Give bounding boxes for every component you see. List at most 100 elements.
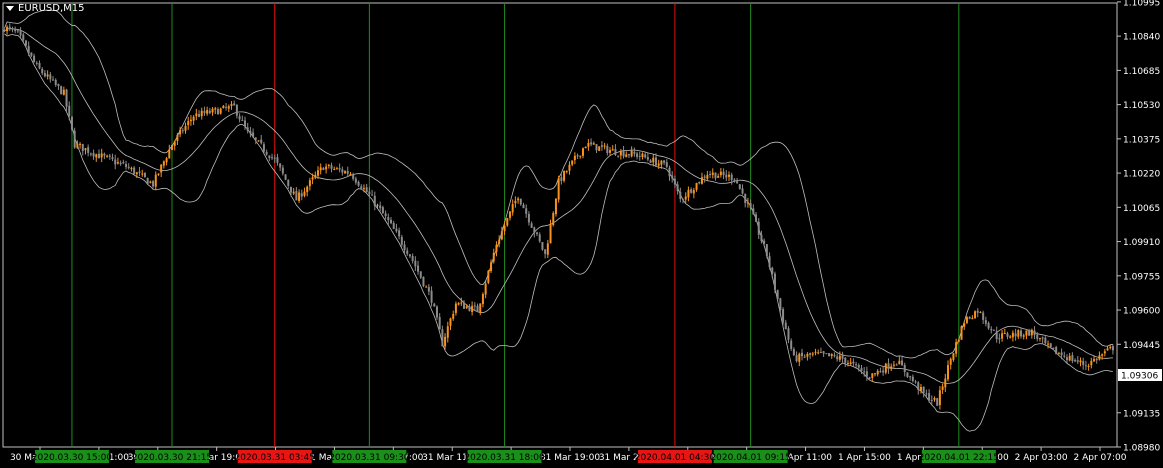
- candle-body: [765, 244, 768, 256]
- candle-body: [673, 178, 676, 185]
- candle-body: [987, 322, 990, 329]
- candle-body: [568, 164, 571, 171]
- candle-body: [609, 150, 612, 153]
- candle-body: [752, 208, 755, 215]
- candle-body: [922, 386, 925, 393]
- candle-body: [425, 286, 428, 288]
- candle-body: [519, 198, 522, 205]
- candle-body: [203, 110, 206, 114]
- candle-body: [819, 351, 822, 353]
- candle-body: [571, 160, 574, 165]
- candle-body: [1090, 360, 1093, 366]
- price-chart[interactable]: 1.10995 1.10840 1.10685 1.10530 1.10375 1.102…: [0, 0, 1163, 468]
- candle-body: [165, 158, 168, 163]
- candle-body: [592, 143, 595, 145]
- candle-body: [243, 120, 246, 127]
- candle-body: [384, 213, 387, 217]
- candle-body: [622, 150, 625, 157]
- candle-body: [146, 177, 149, 184]
- candle-body: [560, 177, 563, 182]
- candle-body: [422, 276, 425, 287]
- candle-body: [271, 157, 274, 159]
- candle-body: [179, 130, 182, 135]
- candle-body: [246, 127, 249, 131]
- candle-body: [1025, 330, 1028, 336]
- candle-body: [990, 329, 993, 331]
- candle-body: [43, 73, 46, 77]
- candle-body: [273, 157, 276, 159]
- candle-body: [676, 184, 679, 192]
- candle-body: [241, 119, 244, 121]
- candle-body: [417, 265, 420, 272]
- candle-body: [295, 190, 298, 201]
- candle-body: [903, 364, 906, 373]
- candle-body: [49, 74, 52, 80]
- candle-body: [11, 28, 14, 30]
- candle-body: [392, 223, 395, 229]
- candle-body: [795, 355, 798, 362]
- candle-body: [357, 181, 360, 186]
- candle-body: [354, 178, 357, 183]
- candle-body: [619, 150, 622, 156]
- candle-body: [135, 172, 138, 175]
- candle-body: [984, 320, 987, 324]
- candle-body: [498, 239, 501, 244]
- candle-body: [268, 155, 271, 158]
- candle-body: [860, 368, 863, 371]
- candle-body: [419, 271, 422, 278]
- candle-body: [614, 148, 617, 155]
- candle-body: [595, 144, 598, 151]
- candle-body: [722, 171, 725, 176]
- candle-body: [279, 163, 282, 168]
- candle-body: [1098, 355, 1101, 360]
- candle-body: [763, 240, 766, 244]
- chart-window[interactable]: 1.10995 1.10840 1.10685 1.10530 1.10375 1.102…: [0, 0, 1163, 468]
- candle-body: [30, 52, 33, 56]
- candle-body: [479, 303, 482, 313]
- candle-body: [262, 144, 265, 152]
- candle-body: [468, 306, 471, 311]
- candle-body: [744, 193, 747, 204]
- candle-body: [414, 260, 417, 267]
- candle-body: [476, 305, 479, 312]
- candle-body: [844, 357, 847, 364]
- candle-body: [941, 386, 944, 390]
- candle-body: [825, 353, 828, 355]
- candle-body: [714, 172, 717, 179]
- candle-body: [70, 116, 73, 130]
- candle-body: [303, 191, 306, 196]
- dropdown-triangle-icon[interactable]: [6, 6, 14, 11]
- candle-body: [1049, 343, 1052, 348]
- candle-body: [798, 353, 801, 362]
- candle-body: [346, 170, 349, 174]
- candle-body: [606, 145, 609, 154]
- candle-body: [41, 68, 44, 74]
- candle-body: [265, 151, 268, 155]
- candle-body: [484, 283, 487, 295]
- candle-body: [600, 145, 603, 147]
- y-tick-label: 1.09445: [1123, 341, 1160, 351]
- candle-body: [225, 106, 228, 108]
- candle-body: [327, 164, 330, 166]
- candle-body: [646, 157, 649, 160]
- candle-body: [1017, 330, 1020, 337]
- candle-body: [830, 354, 833, 356]
- candle-body: [709, 173, 712, 175]
- candle-body: [1082, 361, 1085, 365]
- candle-body: [865, 371, 868, 377]
- candle-body: [887, 363, 890, 369]
- candle-body: [725, 174, 728, 178]
- candle-body: [73, 130, 76, 148]
- candle-body: [230, 103, 233, 107]
- candle-body: [933, 398, 936, 400]
- candle-body: [379, 205, 382, 209]
- candle-body: [771, 267, 774, 274]
- candle-body: [627, 154, 630, 156]
- symbol-text: EURUSD,M15: [18, 3, 85, 14]
- candle-body: [741, 188, 744, 194]
- candle-body: [57, 84, 60, 86]
- candle-body: [325, 166, 328, 170]
- candle-body: [398, 230, 401, 237]
- candle-body: [698, 181, 701, 184]
- x-tick-label: 2 Apr 03:00: [1015, 453, 1068, 463]
